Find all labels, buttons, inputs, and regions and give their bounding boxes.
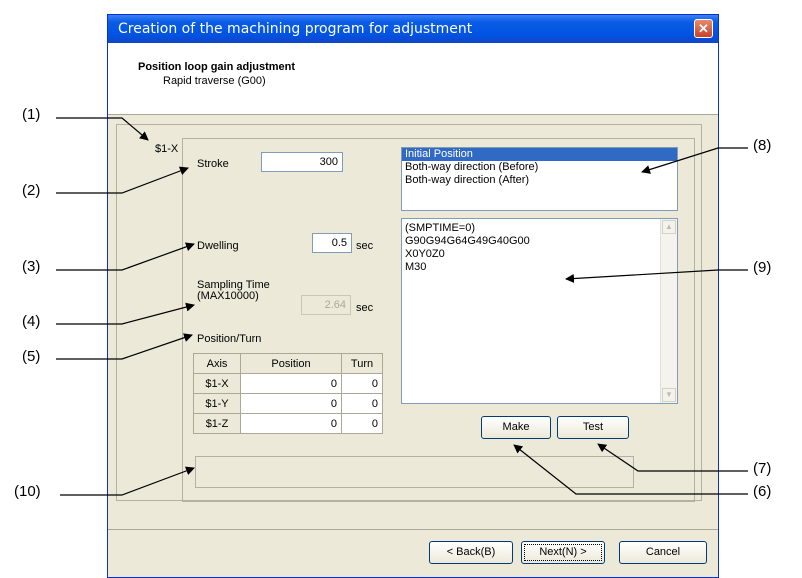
back-button[interactable]: < Back(B): [429, 541, 513, 564]
list-item-both-way-before[interactable]: Both-way direction (Before): [402, 161, 677, 174]
axis-cell: $1-Y: [193, 393, 241, 414]
table-row: $1-Y 0 0: [193, 393, 383, 414]
dialog-title: Creation of the machining program for ad…: [118, 21, 473, 37]
stroke-label: Stroke: [197, 158, 229, 170]
callout-3: (3): [22, 258, 41, 275]
sampling-max-label: (MAX10000): [197, 290, 259, 302]
list-item-initial-position[interactable]: Initial Position: [402, 148, 677, 161]
axis-cell: $1-Z: [193, 413, 241, 434]
table-header-row: Axis Position Turn: [193, 353, 383, 374]
axis-cell: $1-X: [193, 373, 241, 394]
stroke-input[interactable]: 300: [261, 152, 343, 172]
scroll-up-icon[interactable]: ▲: [662, 220, 676, 234]
title-bar[interactable]: Creation of the machining program for ad…: [108, 15, 718, 43]
callout-10: (10): [14, 483, 41, 500]
header-title: Position loop gain adjustment: [138, 61, 296, 73]
callout-5: (5): [22, 348, 41, 365]
program-line: M30: [405, 261, 427, 273]
callout-4: (4): [22, 313, 41, 330]
callout-9: (9): [753, 259, 772, 276]
position-table: Axis Position Turn $1-X 0 0 $1-Y 0 0 $1-…: [193, 353, 383, 434]
cancel-button[interactable]: Cancel: [619, 541, 707, 564]
sampling-unit: sec: [356, 302, 374, 314]
position-turn-label: Position/Turn: [197, 333, 262, 345]
turn-cell[interactable]: 0: [341, 413, 383, 434]
callout-7: (7): [753, 460, 772, 477]
vertical-scrollbar[interactable]: ▲ ▼: [660, 219, 677, 403]
position-cell[interactable]: 0: [240, 393, 342, 414]
callout-2: (2): [22, 182, 41, 199]
program-line: G90G94G64G49G40G00: [405, 235, 530, 247]
column-header-position: Position: [240, 353, 342, 374]
footer-divider: [108, 529, 718, 530]
turn-cell[interactable]: 0: [341, 373, 383, 394]
callout-1: (1): [22, 106, 41, 123]
make-button[interactable]: Make: [481, 416, 551, 439]
position-cell[interactable]: 0: [240, 413, 342, 434]
column-header-turn: Turn: [341, 353, 383, 374]
sampling-input: 2.64: [301, 295, 351, 315]
test-button[interactable]: Test: [557, 416, 629, 439]
dwelling-input[interactable]: 0.5: [312, 233, 352, 253]
callout-8: (8): [753, 137, 772, 154]
close-button[interactable]: ✕: [694, 19, 713, 38]
header-panel: Position loop gain adjustment Rapid trav…: [108, 43, 718, 115]
scroll-down-icon[interactable]: ▼: [662, 388, 676, 402]
turn-cell[interactable]: 0: [341, 393, 383, 414]
header-subtitle: Rapid traverse (G00): [163, 75, 266, 87]
axis-label: $1-X: [155, 143, 179, 155]
table-row: $1-X 0 0: [193, 373, 383, 394]
program-line: (SMPTIME=0): [405, 222, 475, 234]
next-button[interactable]: Next(N) >: [521, 541, 605, 564]
position-cell[interactable]: 0: [240, 373, 342, 394]
callout-6: (6): [753, 483, 772, 500]
dwelling-label: Dwelling: [197, 240, 239, 252]
status-box: [195, 456, 634, 488]
close-icon: ✕: [698, 21, 709, 36]
dialog-window: Creation of the machining program for ad…: [107, 14, 719, 578]
program-line: X0Y0Z0: [405, 248, 445, 260]
list-item-both-way-after[interactable]: Both-way direction (After): [402, 174, 677, 187]
dwelling-unit: sec: [356, 240, 374, 252]
column-header-axis: Axis: [193, 353, 241, 374]
table-row: $1-Z 0 0: [193, 413, 383, 434]
program-textarea[interactable]: (SMPTIME=0) G90G94G64G49G40G00 X0Y0Z0 M3…: [401, 218, 678, 404]
pattern-listbox[interactable]: Initial Position Both-way direction (Bef…: [401, 147, 678, 211]
